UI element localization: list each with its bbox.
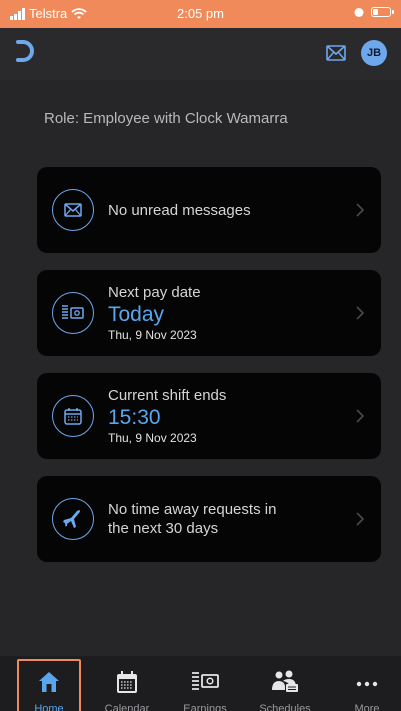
chevron-right-icon — [356, 512, 365, 526]
time-away-line2: the next 30 days — [108, 520, 219, 537]
logo-icon[interactable] — [14, 38, 36, 69]
status-time: 2:05 pm — [177, 6, 224, 21]
money-icon — [52, 292, 94, 334]
status-right — [353, 6, 394, 18]
more-icon — [332, 670, 401, 698]
shift-text-group: Current shift ends 15:30 Thu, 9 Nov 2023 — [108, 386, 341, 446]
tab-earnings-label: Earnings — [183, 703, 227, 711]
mail-icon[interactable] — [325, 42, 347, 64]
chevron-right-icon — [356, 409, 365, 423]
chevron-right-icon — [356, 203, 365, 217]
calendar-icon — [92, 670, 162, 698]
tab-calendar[interactable]: Calendar — [92, 656, 162, 711]
main-content: Role: Employee with Clock Wamarra No unr… — [0, 80, 401, 656]
tab-calendar-label: Calendar — [104, 703, 150, 711]
people-icon — [250, 670, 320, 698]
shift-date: Thu, 9 Nov 2023 — [108, 431, 197, 445]
shift-card[interactable]: Current shift ends 15:30 Thu, 9 Nov 2023 — [37, 373, 381, 459]
tab-more[interactable]: More — [332, 656, 401, 711]
tab-more-label: More — [354, 703, 380, 711]
pay-date: Thu, 9 Nov 2023 — [108, 328, 197, 342]
pay-value: Today — [108, 303, 165, 326]
tab-earnings[interactable]: Earnings — [170, 656, 240, 711]
time-away-card[interactable]: No time away requests in the next 30 day… — [37, 476, 381, 562]
header-actions: JB — [325, 40, 387, 66]
alarm-icon — [354, 8, 364, 17]
tab-schedules[interactable]: Schedules — [250, 656, 320, 711]
pay-text-group: Next pay date Today Thu, 9 Nov 2023 — [108, 283, 341, 343]
chevron-right-icon — [356, 306, 365, 320]
avatar[interactable]: JB — [361, 40, 387, 66]
mail-icon — [52, 189, 94, 231]
time-away-text-group: No time away requests in the next 30 day… — [108, 500, 341, 538]
messages-text-group: No unread messages — [108, 201, 341, 220]
battery-icon — [371, 7, 394, 17]
pay-date-card[interactable]: Next pay date Today Thu, 9 Nov 2023 — [37, 270, 381, 356]
role-text: Role: Employee with Clock Wamarra — [44, 110, 288, 127]
shift-title: Current shift ends — [108, 387, 227, 404]
pay-title: Next pay date — [108, 284, 201, 301]
plane-icon — [52, 498, 94, 540]
calendar-icon — [52, 395, 94, 437]
status-bar: Telstra 2:05 pm — [0, 0, 401, 28]
app-header: JB — [0, 28, 401, 80]
shift-value: 15:30 — [108, 406, 161, 429]
messages-card[interactable]: No unread messages — [37, 167, 381, 253]
tab-schedules-label: Schedules — [259, 703, 311, 711]
messages-text: No unread messages — [108, 201, 251, 219]
home-tab-highlight — [17, 659, 81, 711]
time-away-line1: No time away requests in — [108, 501, 277, 518]
money-icon — [170, 670, 240, 698]
